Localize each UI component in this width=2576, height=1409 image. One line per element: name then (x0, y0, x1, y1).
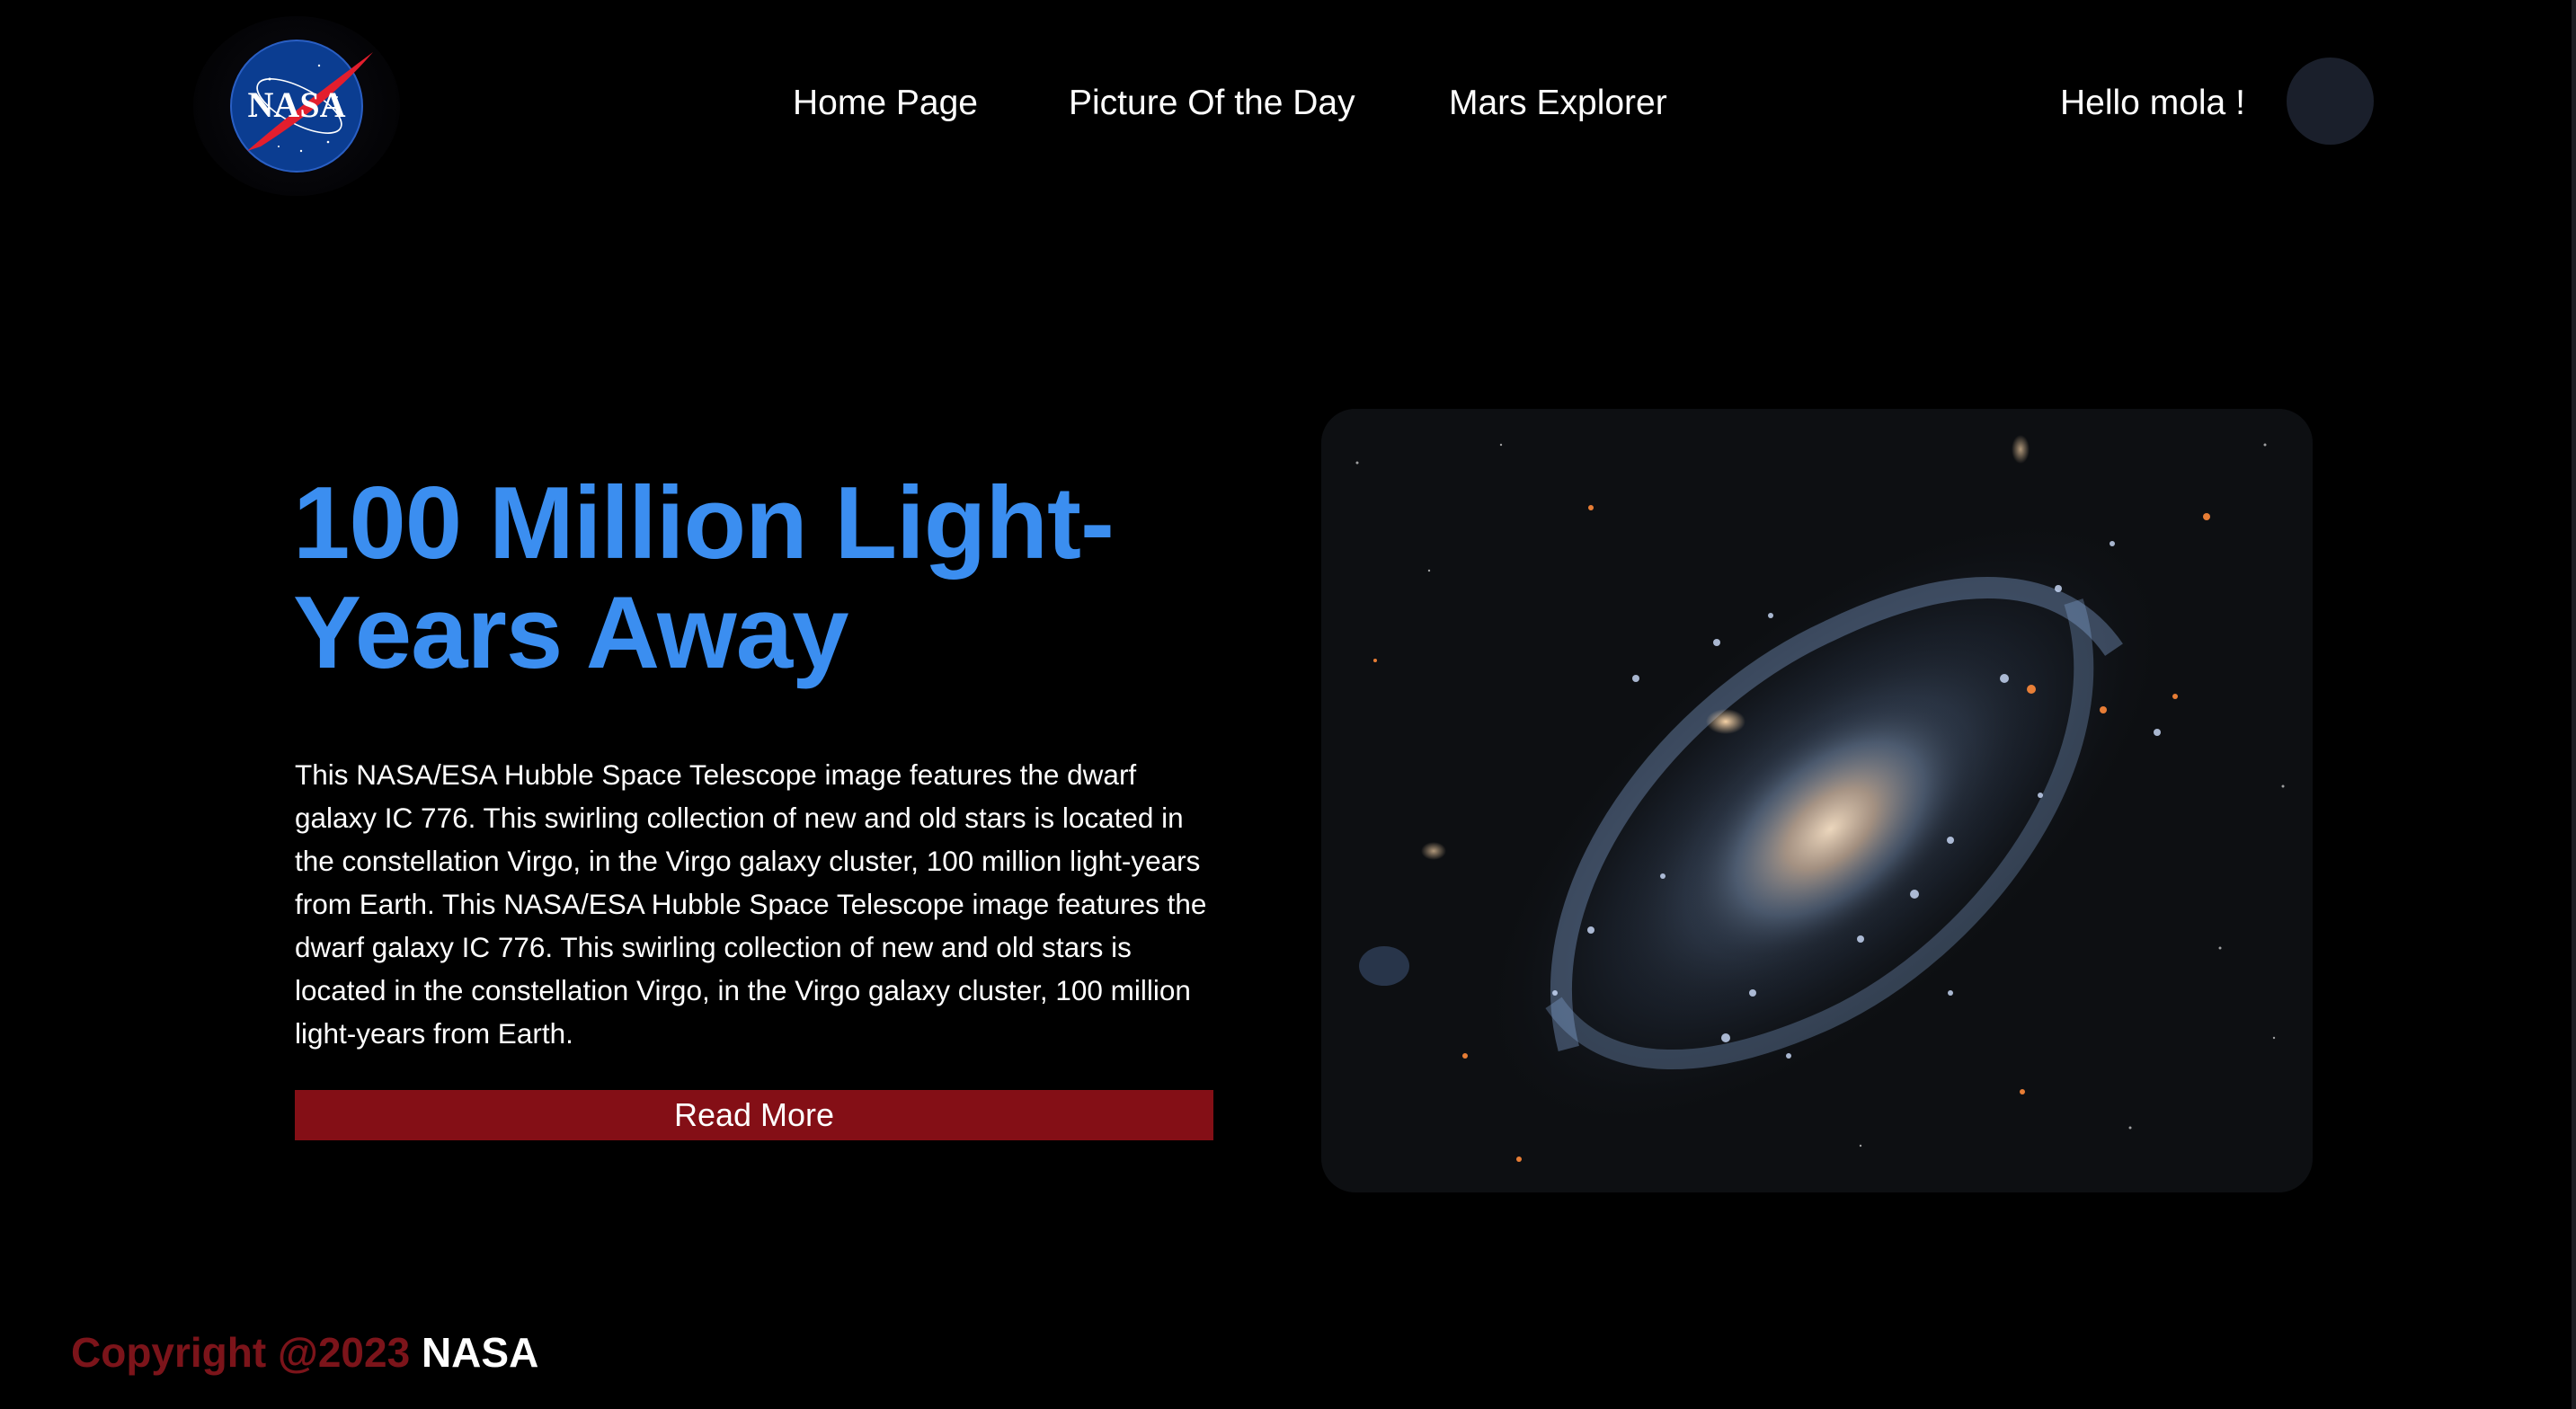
page: NASA Home Page Picture Of the Day Mars E… (0, 0, 2576, 1409)
nav-mars-explorer[interactable]: Mars Explorer (1449, 72, 1667, 135)
picture-of-the-day-image (1321, 409, 2313, 1192)
nav-home-page[interactable]: Home Page (793, 72, 978, 135)
read-more-button[interactable]: Read More (295, 1090, 1213, 1140)
nasa-meatball-icon: NASA (230, 40, 373, 173)
scrollbar-edge (2572, 0, 2576, 1409)
footer-brand: NASA (421, 1329, 539, 1376)
footer-copyright: Copyright @2023 (71, 1329, 411, 1376)
nav-picture-of-the-day[interactable]: Picture Of the Day (1069, 72, 1355, 135)
nasa-logo[interactable]: NASA (193, 16, 400, 196)
user-avatar[interactable] (2287, 58, 2374, 145)
site-footer: Copyright @2023 NASA (71, 1321, 538, 1384)
galaxy-image-icon (1321, 409, 2313, 1192)
user-greeting: Hello mola ! (2060, 84, 2245, 122)
hero-description: This NASA/ESA Hubble Space Telescope ima… (295, 758, 1207, 1050)
logo-text: NASA (248, 84, 346, 125)
hero-title: 100 Million Light-Years Away (293, 466, 1115, 690)
